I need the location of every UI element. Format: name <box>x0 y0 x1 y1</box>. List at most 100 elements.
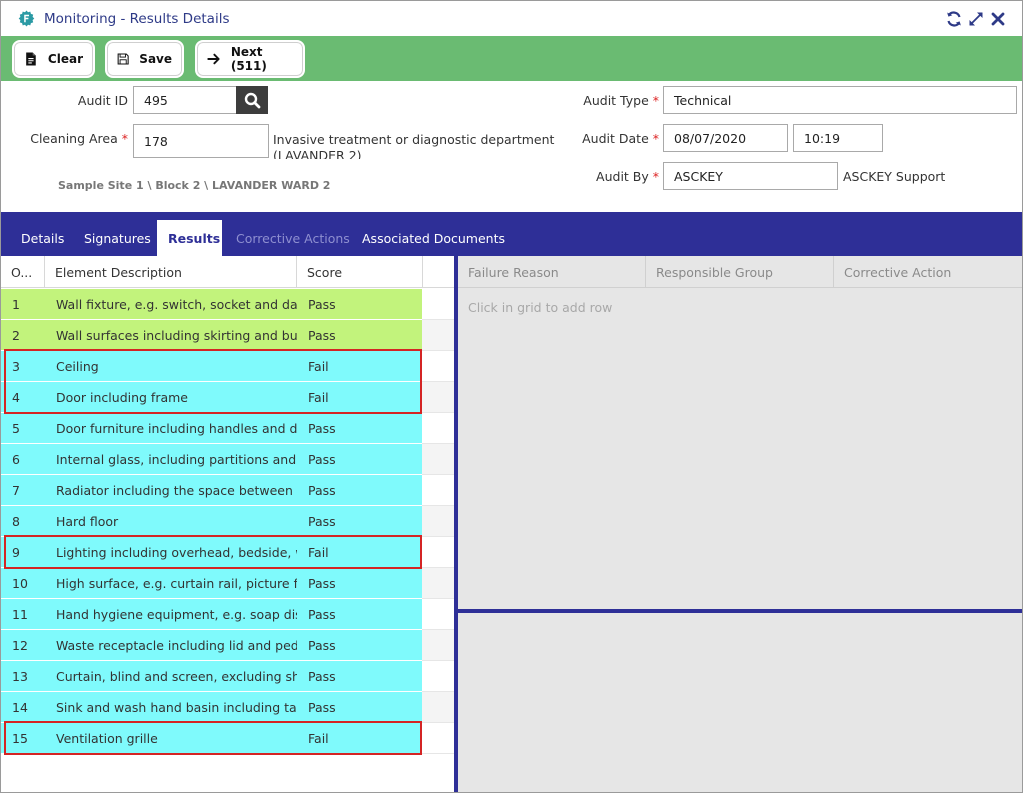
order-cell: 13 <box>12 668 28 684</box>
column-failure-reason[interactable]: Failure Reason <box>458 256 646 288</box>
order-cell: 3 <box>12 358 20 374</box>
column-order[interactable]: O... <box>1 256 45 288</box>
order-cell: 1 <box>12 296 20 312</box>
audit-search-button[interactable] <box>236 86 268 114</box>
tab-results[interactable]: Results <box>157 220 222 256</box>
audit-type-select[interactable]: Technical <box>663 86 1017 114</box>
score-cell: Pass <box>308 575 336 591</box>
column-element-description[interactable]: Element Description <box>45 256 297 288</box>
description-cell: Hand hygiene equipment, e.g. soap dis... <box>56 606 297 622</box>
table-row[interactable]: 8 Hard floor Pass <box>1 506 422 537</box>
row-gutter <box>422 413 454 444</box>
tab-bar: Details Signatures Results Corrective Ac… <box>1 212 1022 256</box>
tab-details[interactable]: Details <box>10 220 75 256</box>
table-row[interactable]: 6 Internal glass, including partitions an… <box>1 444 422 475</box>
row-gutter <box>422 382 454 413</box>
score-cell: Pass <box>308 296 336 312</box>
audit-date-input[interactable]: 08/07/2020 <box>663 124 788 152</box>
save-button[interactable]: Save <box>106 41 183 77</box>
audit-time-input[interactable]: 10:19 <box>793 124 883 152</box>
description-cell: Door furniture including handles and d..… <box>56 420 297 436</box>
cleaning-area-input[interactable]: 178 <box>133 124 269 158</box>
next-button[interactable]: Next (511) <box>196 41 304 77</box>
detail-panel <box>458 613 1022 792</box>
audit-date-label: Audit Date * <box>582 131 659 146</box>
order-cell: 5 <box>12 420 20 436</box>
description-cell: Hard floor <box>56 513 119 529</box>
score-cell: Pass <box>308 327 336 343</box>
description-cell: Wall surfaces including skirting and bu.… <box>56 327 297 343</box>
row-gutter <box>422 289 454 320</box>
close-icon[interactable] <box>989 10 1007 28</box>
table-row[interactable]: 9 Lighting including overhead, bedside, w… <box>1 537 422 568</box>
audit-id-input[interactable]: 495 <box>133 86 237 114</box>
next-button-label: Next (511) <box>230 45 267 73</box>
column-responsible-group[interactable]: Responsible Group <box>646 256 834 288</box>
tab-signatures[interactable]: Signatures <box>73 220 162 256</box>
description-cell: High surface, e.g. curtain rail, picture… <box>56 575 297 591</box>
app-logo-icon <box>18 10 35 27</box>
table-row[interactable]: 10 High surface, e.g. curtain rail, pictu… <box>1 568 422 599</box>
score-cell: Pass <box>308 668 336 684</box>
tab-associated-documents[interactable]: Associated Documents <box>351 220 516 256</box>
tab-corrective-actions: Corrective Actions <box>236 230 350 246</box>
order-cell: 14 <box>12 699 28 715</box>
document-icon <box>26 52 36 66</box>
table-row[interactable]: 13 Curtain, blind and screen, excluding s… <box>1 661 422 692</box>
order-cell: 11 <box>12 606 28 622</box>
floppy-disk-icon <box>117 53 129 65</box>
table-row[interactable]: 7 Radiator including the space between r.… <box>1 475 422 506</box>
table-row[interactable]: 5 Door furniture including handles and d.… <box>1 413 422 444</box>
score-cell: Pass <box>308 420 336 436</box>
row-gutter <box>422 599 454 630</box>
row-gutter <box>422 537 454 568</box>
audit-by-input[interactable]: ASCKEY <box>663 162 838 190</box>
row-gutter <box>422 506 454 537</box>
failure-grid[interactable]: Failure Reason Responsible Group Correct… <box>458 256 1022 609</box>
table-row[interactable]: 3 Ceiling Fail <box>1 351 422 382</box>
order-cell: 15 <box>12 730 28 746</box>
order-cell: 8 <box>12 513 20 529</box>
add-row-hint[interactable]: Click in grid to add row <box>468 300 612 315</box>
score-cell: Fail <box>308 389 329 405</box>
description-cell: Ceiling <box>56 358 99 374</box>
refresh-icon[interactable] <box>945 10 963 28</box>
table-row[interactable]: 15 Ventilation grille Fail <box>1 723 422 754</box>
results-grid: O... Element Description Score 1 Wall fix… <box>1 256 456 792</box>
description-cell: Sink and wash hand basin including taps <box>56 699 297 715</box>
description-cell: Lighting including overhead, bedside, w.… <box>56 544 297 560</box>
score-cell: Pass <box>308 699 336 715</box>
breadcrumb: Sample Site 1 \ Block 2 \ LAVANDER WARD … <box>58 179 331 192</box>
table-row[interactable]: 1 Wall fixture, e.g. switch, socket and d… <box>1 289 422 320</box>
clear-button-label: Clear <box>47 52 83 66</box>
score-cell: Pass <box>308 513 336 529</box>
table-row[interactable]: 14 Sink and wash hand basin including tap… <box>1 692 422 723</box>
column-score[interactable]: Score <box>297 256 423 288</box>
row-gutter <box>422 661 454 692</box>
cleaning-area-ward: (LAVANDER 2) <box>273 149 362 159</box>
description-cell: Ventilation grille <box>56 730 158 746</box>
description-cell: Waste receptacle including lid and pedal <box>56 637 297 653</box>
audit-form: Audit ID 495 Cleaning Area * 178 Invasiv… <box>1 81 1022 212</box>
window-title: Monitoring - Results Details <box>44 11 230 27</box>
table-row[interactable]: 12 Waste receptacle including lid and ped… <box>1 630 422 661</box>
column-corrective-action[interactable]: Corrective Action <box>834 256 1022 288</box>
order-cell: 2 <box>12 327 20 343</box>
table-row[interactable]: 4 Door including frame Fail <box>1 382 422 413</box>
order-cell: 7 <box>12 482 20 498</box>
clear-button[interactable]: Clear <box>13 41 94 77</box>
row-gutter <box>422 723 454 754</box>
row-gutter <box>422 475 454 506</box>
score-cell: Pass <box>308 637 336 653</box>
description-cell: Radiator including the space between r..… <box>56 482 297 498</box>
row-gutter <box>422 444 454 475</box>
table-row[interactable]: 2 Wall surfaces including skirting and bu… <box>1 320 422 351</box>
table-row[interactable]: 11 Hand hygiene equipment, e.g. soap dis.… <box>1 599 422 630</box>
score-cell: Pass <box>308 482 336 498</box>
order-cell: 12 <box>12 637 28 653</box>
expand-icon[interactable] <box>967 10 985 28</box>
row-gutter <box>422 351 454 382</box>
title-bar: Monitoring - Results Details <box>1 1 1022 36</box>
row-gutter <box>422 630 454 661</box>
description-cell: Curtain, blind and screen, excluding sh.… <box>56 668 297 684</box>
